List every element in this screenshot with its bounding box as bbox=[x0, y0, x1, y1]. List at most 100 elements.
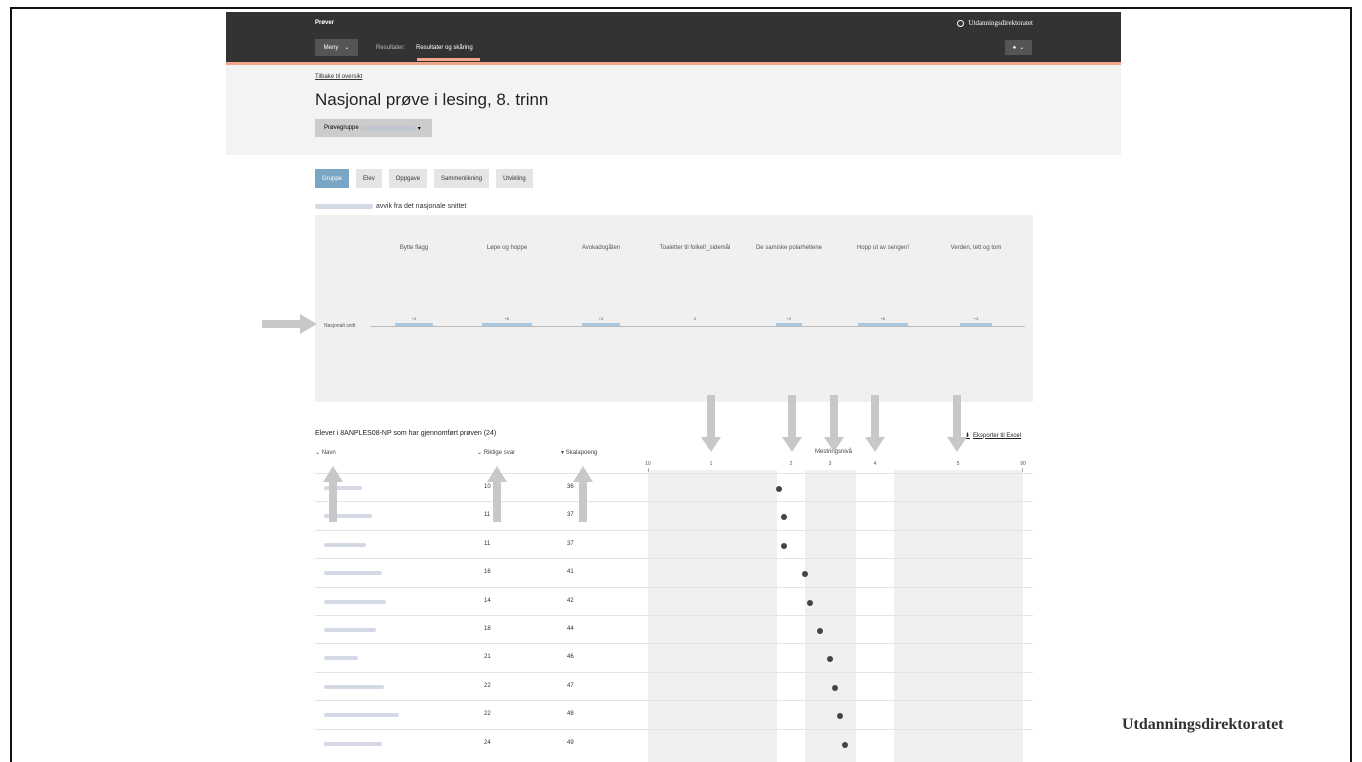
scale-points-cell: 37 bbox=[567, 540, 574, 547]
deviation-text: avvik fra det nasjonale snittet bbox=[376, 203, 467, 210]
app-title: Prøver bbox=[315, 20, 335, 26]
correct-answers-cell: 18 bbox=[484, 626, 491, 632]
app-window: Prøver Utdanningsdirektoratet Meny ⌄ Res… bbox=[226, 12, 1121, 762]
active-nav-indicator bbox=[417, 58, 480, 61]
deviation-value-label: +6 bbox=[504, 316, 510, 321]
column-header-correct-label: Riktige svar bbox=[483, 450, 516, 456]
table-row[interactable]: 21 46 bbox=[315, 643, 1033, 672]
national-average-line bbox=[370, 326, 1025, 327]
deviation-bar[interactable] bbox=[960, 323, 992, 326]
tab-gruppe[interactable]: Gruppe bbox=[315, 169, 350, 188]
table-row[interactable]: 11 37 bbox=[315, 501, 1033, 530]
scale-max-label: 90 bbox=[1020, 461, 1026, 467]
footer-brand: Utdanningsdirektoratet bbox=[1122, 716, 1284, 733]
column-header-name[interactable]: ⌄ Navn bbox=[315, 449, 336, 456]
table-row[interactable]: 16 41 bbox=[315, 558, 1033, 587]
redacted-student-name[interactable] bbox=[324, 713, 399, 718]
deviation-bar[interactable] bbox=[582, 323, 620, 326]
students-title: Elever i 8ANPLES08-NP som har gjennomfør… bbox=[315, 430, 497, 437]
redacted-student-name[interactable] bbox=[324, 571, 382, 576]
deviation-bar[interactable] bbox=[482, 323, 532, 326]
scale-points-cell: 46 bbox=[567, 654, 574, 661]
redacted-student-name[interactable] bbox=[324, 741, 382, 746]
redacted-student-name[interactable] bbox=[324, 628, 376, 632]
chart-category-label: Løpe og hoppe bbox=[486, 245, 528, 251]
view-tabs: Gruppe Elev Oppgave Sammenlikning Utvikl… bbox=[315, 169, 533, 188]
redacted-student-name[interactable] bbox=[324, 514, 372, 519]
tab-utvikling[interactable]: Utvikling bbox=[496, 169, 533, 188]
student-score-dot[interactable] bbox=[836, 713, 843, 720]
redacted-student-name[interactable] bbox=[324, 599, 386, 604]
mastery-level-3: 3 bbox=[828, 461, 832, 467]
chevron-down-icon: ⌄ bbox=[1019, 45, 1025, 51]
back-link[interactable]: Tilbake til oversikt bbox=[315, 74, 362, 80]
breadcrumb-current[interactable]: Resultater og skåring bbox=[416, 45, 473, 51]
table-row[interactable]: 24 49 bbox=[315, 728, 1033, 758]
tab-elev[interactable]: Elev bbox=[356, 169, 382, 188]
scale-points-cell: 44 bbox=[567, 626, 574, 632]
chart-category-label: Bytte flagg bbox=[399, 245, 429, 251]
redacted-student-name[interactable] bbox=[324, 684, 384, 689]
correct-answers-cell: 11 bbox=[484, 512, 491, 519]
mastery-level-2: 2 bbox=[789, 461, 793, 467]
scale-tick bbox=[1022, 468, 1023, 472]
student-score-dot[interactable] bbox=[841, 741, 848, 748]
deviation-value-label: +6 bbox=[880, 316, 886, 321]
mastery-level-5: 5 bbox=[956, 461, 960, 467]
correct-answers-cell: 11 bbox=[484, 540, 491, 547]
user-menu-button[interactable]: ● ⌄ bbox=[1005, 40, 1032, 55]
student-score-dot[interactable] bbox=[806, 599, 813, 606]
deviation-value-label: 0 bbox=[693, 316, 697, 321]
student-score-dot[interactable] bbox=[801, 571, 808, 578]
scale-points-cell: 42 bbox=[567, 597, 574, 604]
deviation-heading: avvik fra det nasjonale snittet bbox=[315, 203, 466, 210]
table-row[interactable]: 11 37 bbox=[315, 529, 1033, 559]
student-score-dot[interactable] bbox=[781, 542, 788, 549]
deviation-bar[interactable] bbox=[776, 323, 802, 326]
table-row[interactable]: 14 42 bbox=[315, 586, 1033, 616]
column-header-correct[interactable]: ⌄ Riktige svar bbox=[477, 449, 515, 456]
scale-points-cell: 49 bbox=[567, 739, 574, 746]
student-score-dot[interactable] bbox=[776, 486, 783, 492]
table-row[interactable]: 10 36 bbox=[315, 473, 1033, 502]
page-title: Nasjonal prøve i lesing, 8. trinn bbox=[315, 90, 549, 109]
tab-sammenlikning[interactable]: Sammenlikning bbox=[434, 169, 490, 188]
breadcrumb-label: Resultater: bbox=[376, 45, 406, 51]
group-select[interactable]: Prøvegruppe ▾ bbox=[315, 119, 432, 137]
chart-category-label: Toaletter til folket!_sidemål bbox=[659, 245, 731, 251]
redacted-group-name bbox=[360, 125, 416, 131]
deviation-bar[interactable] bbox=[858, 323, 908, 326]
column-header-mastery: Mestringsnivå bbox=[815, 449, 853, 455]
group-select-label: Prøvegruppe bbox=[324, 125, 359, 131]
scale-min-label: 10 bbox=[645, 461, 651, 467]
student-score-dot[interactable] bbox=[781, 514, 788, 521]
brand-logo: Utdanningsdirektoratet bbox=[957, 19, 1033, 27]
tab-oppgave[interactable]: Oppgave bbox=[388, 169, 428, 188]
column-header-scale[interactable]: ▾ Skalapoeng bbox=[561, 449, 597, 456]
student-score-dot[interactable] bbox=[816, 628, 823, 634]
export-excel-link[interactable]: ⬇ Eksporter til Excel bbox=[965, 432, 1022, 440]
national-average-label: Nasjonalt snitt bbox=[324, 323, 356, 329]
table-row[interactable]: 18 44 bbox=[315, 615, 1033, 644]
brand-name: Utdanningsdirektoratet bbox=[968, 19, 1033, 27]
chart-category-label: De samiske polarheltene bbox=[755, 245, 823, 251]
deviation-value-label: +2 bbox=[786, 316, 792, 321]
brand-icon bbox=[957, 19, 965, 27]
scale-tick bbox=[648, 468, 649, 472]
correct-answers-cell: 10 bbox=[484, 484, 491, 490]
student-score-dot[interactable] bbox=[831, 684, 838, 691]
export-label: Eksporter til Excel bbox=[973, 432, 1022, 439]
correct-answers-cell: 22 bbox=[484, 711, 491, 718]
table-row[interactable]: 22 47 bbox=[315, 671, 1033, 701]
redacted-student-name[interactable] bbox=[324, 486, 362, 490]
redacted-student-name[interactable] bbox=[324, 542, 366, 547]
deviation-bar[interactable] bbox=[395, 323, 433, 326]
student-score-dot[interactable] bbox=[826, 656, 833, 663]
redacted-student-name[interactable] bbox=[324, 656, 358, 661]
mastery-level-4: 4 bbox=[873, 461, 877, 467]
user-icon: ● bbox=[1012, 44, 1017, 51]
deviation-value-label: +4 bbox=[598, 316, 604, 321]
menu-button[interactable]: Meny ⌄ bbox=[315, 39, 358, 56]
table-row[interactable]: 22 48 bbox=[315, 700, 1033, 729]
scale-points-cell: 37 bbox=[567, 512, 574, 519]
